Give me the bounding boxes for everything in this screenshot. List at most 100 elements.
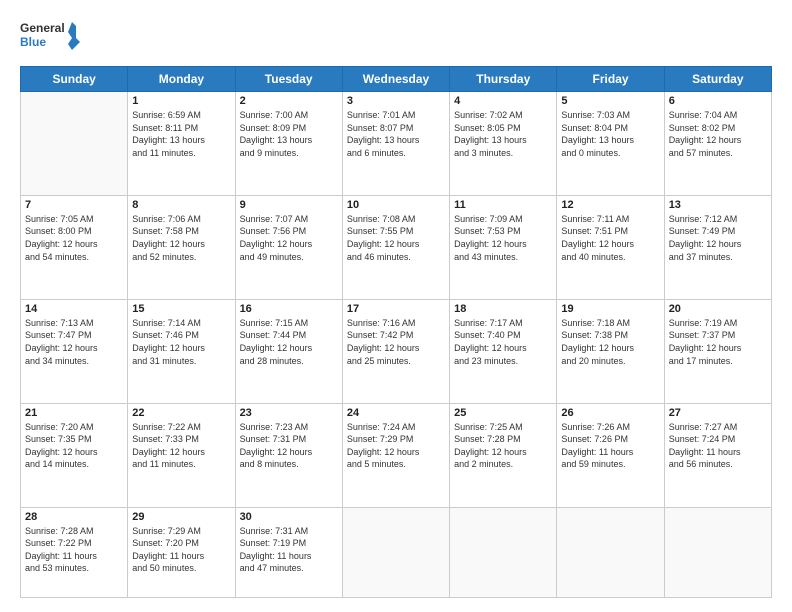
- weekday-header-tuesday: Tuesday: [235, 67, 342, 92]
- weekday-header-wednesday: Wednesday: [342, 67, 449, 92]
- cell-text: Sunrise: 7:27 AMSunset: 7:24 PMDaylight:…: [669, 421, 767, 471]
- cell-text: Sunrise: 7:15 AMSunset: 7:44 PMDaylight:…: [240, 317, 338, 367]
- calendar-cell: 14 Sunrise: 7:13 AMSunset: 7:47 PMDayligh…: [21, 299, 128, 403]
- weekday-header-friday: Friday: [557, 67, 664, 92]
- calendar-cell: 17 Sunrise: 7:16 AMSunset: 7:42 PMDayligh…: [342, 299, 449, 403]
- calendar-cell: 9 Sunrise: 7:07 AMSunset: 7:56 PMDaylight…: [235, 195, 342, 299]
- calendar-cell: [664, 507, 771, 597]
- calendar-cell: 20 Sunrise: 7:19 AMSunset: 7:37 PMDayligh…: [664, 299, 771, 403]
- cell-text: Sunrise: 7:16 AMSunset: 7:42 PMDaylight:…: [347, 317, 445, 367]
- cell-text: Sunrise: 7:19 AMSunset: 7:37 PMDaylight:…: [669, 317, 767, 367]
- day-number: 21: [25, 407, 123, 419]
- day-number: 1: [132, 95, 230, 107]
- calendar-cell: 26Sunrise: 7:26 AMSunset: 7:26 PMDayligh…: [557, 403, 664, 507]
- day-number: 16: [240, 303, 338, 315]
- day-number: 14: [25, 303, 123, 315]
- cell-text: Sunrise: 7:00 AMSunset: 8:09 PMDaylight:…: [240, 109, 338, 159]
- calendar-week-row: 1Sunrise: 6:59 AMSunset: 8:11 PMDaylight…: [21, 92, 772, 196]
- day-number: 3: [347, 95, 445, 107]
- cell-text: Sunrise: 7:05 AMSunset: 8:00 PMDaylight:…: [25, 213, 123, 263]
- day-number: 24: [347, 407, 445, 419]
- day-number: 19: [561, 303, 659, 315]
- calendar-cell: 5 Sunrise: 7:03 AMSunset: 8:04 PMDaylight…: [557, 92, 664, 196]
- cell-text: Sunrise: 7:25 AMSunset: 7:28 PMDaylight:…: [454, 421, 552, 471]
- weekday-header-row: SundayMondayTuesdayWednesdayThursdayFrid…: [21, 67, 772, 92]
- day-number: 27: [669, 407, 767, 419]
- cell-text: Sunrise: 7:22 AMSunset: 7:33 PMDaylight:…: [132, 421, 230, 471]
- day-number: 6: [669, 95, 767, 107]
- cell-text: Sunrise: 7:28 AMSunset: 7:22 PMDaylight:…: [25, 525, 123, 575]
- calendar-week-row: 28Sunrise: 7:28 AMSunset: 7:22 PMDayligh…: [21, 507, 772, 597]
- cell-text: Sunrise: 7:13 AMSunset: 7:47 PMDaylight:…: [25, 317, 123, 367]
- calendar-table: SundayMondayTuesdayWednesdayThursdayFrid…: [20, 66, 772, 598]
- calendar-cell: 15 Sunrise: 7:14 AMSunset: 7:46 PMDayligh…: [128, 299, 235, 403]
- cell-text: Sunrise: 7:04 AMSunset: 8:02 PMDaylight:…: [669, 109, 767, 159]
- calendar-cell: 30Sunrise: 7:31 AMSunset: 7:19 PMDayligh…: [235, 507, 342, 597]
- day-number: 29: [132, 511, 230, 523]
- day-number: 13: [669, 199, 767, 211]
- cell-text: Sunrise: 7:14 AMSunset: 7:46 PMDaylight:…: [132, 317, 230, 367]
- calendar-week-row: 14 Sunrise: 7:13 AMSunset: 7:47 PMDayligh…: [21, 299, 772, 403]
- cell-text: Sunrise: 7:17 AMSunset: 7:40 PMDaylight:…: [454, 317, 552, 367]
- cell-text: Sunrise: 7:11 AMSunset: 7:51 PMDaylight:…: [561, 213, 659, 263]
- calendar-cell: 22 Sunrise: 7:22 AMSunset: 7:33 PMDayligh…: [128, 403, 235, 507]
- day-number: 5: [561, 95, 659, 107]
- day-number: 20: [669, 303, 767, 315]
- calendar-cell: 12 Sunrise: 7:11 AMSunset: 7:51 PMDayligh…: [557, 195, 664, 299]
- calendar-cell: [342, 507, 449, 597]
- calendar-cell: 7Sunrise: 7:05 AMSunset: 8:00 PMDaylight…: [21, 195, 128, 299]
- day-number: 8: [132, 199, 230, 211]
- day-number: 22: [132, 407, 230, 419]
- calendar-week-row: 7Sunrise: 7:05 AMSunset: 8:00 PMDaylight…: [21, 195, 772, 299]
- cell-text: Sunrise: 7:02 AMSunset: 8:05 PMDaylight:…: [454, 109, 552, 159]
- cell-text: Sunrise: 7:31 AMSunset: 7:19 PMDaylight:…: [240, 525, 338, 575]
- day-number: 4: [454, 95, 552, 107]
- calendar-cell: 23 Sunrise: 7:23 AMSunset: 7:31 PMDayligh…: [235, 403, 342, 507]
- cell-text: Sunrise: 7:08 AMSunset: 7:55 PMDaylight:…: [347, 213, 445, 263]
- calendar-cell: 29Sunrise: 7:29 AMSunset: 7:20 PMDayligh…: [128, 507, 235, 597]
- calendar-cell: [557, 507, 664, 597]
- weekday-header-monday: Monday: [128, 67, 235, 92]
- cell-text: Sunrise: 7:03 AMSunset: 8:04 PMDaylight:…: [561, 109, 659, 159]
- calendar-cell: 27 Sunrise: 7:27 AMSunset: 7:24 PMDayligh…: [664, 403, 771, 507]
- day-number: 25: [454, 407, 552, 419]
- calendar-cell: 1Sunrise: 6:59 AMSunset: 8:11 PMDaylight…: [128, 92, 235, 196]
- calendar-cell: 28Sunrise: 7:28 AMSunset: 7:22 PMDayligh…: [21, 507, 128, 597]
- calendar-cell: 8 Sunrise: 7:06 AMSunset: 7:58 PMDaylight…: [128, 195, 235, 299]
- calendar-cell: [21, 92, 128, 196]
- day-number: 15: [132, 303, 230, 315]
- calendar-week-row: 21 Sunrise: 7:20 AMSunset: 7:35 PMDayligh…: [21, 403, 772, 507]
- cell-text: Sunrise: 7:20 AMSunset: 7:35 PMDaylight:…: [25, 421, 123, 471]
- cell-text: Sunrise: 7:23 AMSunset: 7:31 PMDaylight:…: [240, 421, 338, 471]
- day-number: 18: [454, 303, 552, 315]
- weekday-header-thursday: Thursday: [450, 67, 557, 92]
- calendar-cell: 10 Sunrise: 7:08 AMSunset: 7:55 PMDayligh…: [342, 195, 449, 299]
- cell-text: Sunrise: 7:07 AMSunset: 7:56 PMDaylight:…: [240, 213, 338, 263]
- calendar-cell: [450, 507, 557, 597]
- calendar-cell: 24 Sunrise: 7:24 AMSunset: 7:29 PMDayligh…: [342, 403, 449, 507]
- calendar-cell: 16 Sunrise: 7:15 AMSunset: 7:44 PMDayligh…: [235, 299, 342, 403]
- logo: General Blue: [20, 18, 80, 56]
- calendar-cell: 11 Sunrise: 7:09 AMSunset: 7:53 PMDayligh…: [450, 195, 557, 299]
- calendar-cell: 2Sunrise: 7:00 AMSunset: 8:09 PMDaylight…: [235, 92, 342, 196]
- cell-text: Sunrise: 7:12 AMSunset: 7:49 PMDaylight:…: [669, 213, 767, 263]
- day-number: 10: [347, 199, 445, 211]
- svg-text:General: General: [20, 21, 65, 35]
- day-number: 23: [240, 407, 338, 419]
- weekday-header-sunday: Sunday: [21, 67, 128, 92]
- page: General Blue SundayMondayTuesdayWednesda…: [0, 0, 792, 612]
- calendar-cell: 21 Sunrise: 7:20 AMSunset: 7:35 PMDayligh…: [21, 403, 128, 507]
- cell-text: Sunrise: 7:09 AMSunset: 7:53 PMDaylight:…: [454, 213, 552, 263]
- day-number: 12: [561, 199, 659, 211]
- day-number: 9: [240, 199, 338, 211]
- day-number: 17: [347, 303, 445, 315]
- day-number: 11: [454, 199, 552, 211]
- calendar-cell: 25 Sunrise: 7:25 AMSunset: 7:28 PMDayligh…: [450, 403, 557, 507]
- cell-text: Sunrise: 7:24 AMSunset: 7:29 PMDaylight:…: [347, 421, 445, 471]
- cell-text: Sunrise: 7:01 AMSunset: 8:07 PMDaylight:…: [347, 109, 445, 159]
- cell-text: Sunrise: 7:06 AMSunset: 7:58 PMDaylight:…: [132, 213, 230, 263]
- logo-svg: General Blue: [20, 18, 80, 56]
- svg-text:Blue: Blue: [20, 35, 46, 49]
- calendar-cell: 3 Sunrise: 7:01 AMSunset: 8:07 PMDaylight…: [342, 92, 449, 196]
- calendar-cell: 13 Sunrise: 7:12 AMSunset: 7:49 PMDayligh…: [664, 195, 771, 299]
